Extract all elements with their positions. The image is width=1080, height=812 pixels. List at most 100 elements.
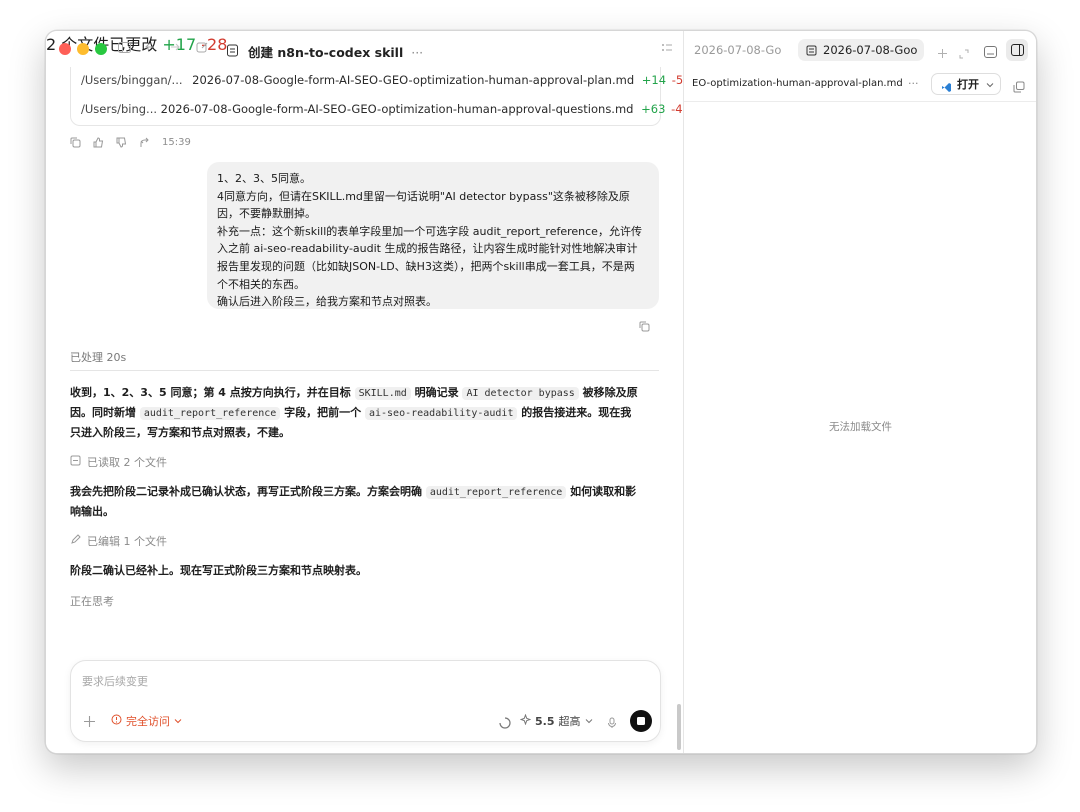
open-button-label: 打开 (957, 78, 979, 91)
microphone-icon[interactable] (607, 714, 617, 733)
inline-code: audit_report_reference (139, 407, 281, 420)
read-files-summary[interactable]: 已读取 2 个文件 (70, 454, 167, 470)
user-message-line: 入之前 ai-seo-readability-audit 生成的报告路径，让内容… (217, 242, 638, 256)
assistant-paragraph: 我会先把阶段二记录补成已确认状态，再写正式阶段三方案。方案会明确 audit_r… (70, 482, 665, 521)
user-message-line: 补充一点：这个新skill的表单字段里加一个可选字段 audit_report_… (217, 224, 642, 238)
file-path: /Users/binggan/... (81, 73, 183, 87)
lines-added: +63 (641, 102, 666, 116)
access-level-label: 完全访问 (126, 715, 170, 728)
scrollbar[interactable] (677, 704, 681, 750)
copy-icon[interactable] (639, 317, 650, 336)
document-icon (806, 41, 817, 61)
loading-spinner-icon (499, 714, 511, 733)
text-run: 阶段二确认已经补上。现在写正式阶段三方案和节点映射表。 (70, 564, 367, 577)
chevron-down-icon (986, 75, 994, 97)
open-in-editor-button[interactable]: 打开 (931, 73, 1001, 95)
zoom-window-button[interactable] (95, 43, 107, 55)
tab-label: 2026-07-08-Goo (823, 43, 918, 57)
expand-icon[interactable] (959, 44, 969, 63)
lines-added: +14 (641, 73, 667, 87)
file-icon (70, 455, 81, 469)
thumbs-down-icon[interactable] (116, 137, 127, 148)
vscode-icon (941, 79, 952, 101)
pencil-icon (70, 534, 81, 548)
stop-icon (637, 717, 645, 725)
file-path-label: EO-optimization-human-approval-plan.md (692, 78, 903, 89)
tab-file-1[interactable]: 2026-07-08-Goo (694, 39, 781, 61)
read-files-label: 已读取 2 个文件 (87, 456, 167, 469)
thinking-status: 正在思考 (70, 593, 114, 609)
inline-code: audit_report_reference (425, 486, 567, 499)
panel-bottom-icon[interactable] (984, 43, 997, 62)
stop-button[interactable] (630, 710, 652, 732)
text-run: 明确记录 (410, 386, 463, 399)
thinking-label: 正在思考 (70, 595, 114, 608)
close-window-button[interactable] (59, 43, 71, 55)
file-path: /Users/bing... (81, 102, 158, 116)
text-run: 字段，把前一个 (280, 406, 365, 419)
terminal-toggle-icon[interactable] (661, 42, 673, 54)
tab-label: 2026-07-08-Goo (694, 43, 781, 57)
file-changes-card: /Users/binggan/... 2026-07-08-Google-for… (70, 67, 691, 126)
document-icon (226, 42, 239, 61)
file-name: 2026-07-08-Google-form-AI-SEO-GEO-optimi… (192, 73, 635, 87)
file-more-button[interactable]: ··· (908, 77, 919, 90)
cannot-load-message: 无法加载文件 (829, 421, 892, 433)
tab-file-2[interactable]: 2026-07-08-Goo (798, 39, 924, 61)
processed-duration[interactable]: 已处理 20s (70, 349, 126, 365)
copy-icon[interactable] (70, 137, 81, 148)
edited-files-label: 已编辑 1 个文件 (87, 535, 167, 548)
chevron-down-icon (174, 715, 182, 728)
new-chat-edit-icon[interactable] (196, 41, 209, 54)
fork-icon[interactable] (139, 137, 150, 148)
user-message-line: 报告里发现的问题（比如缺JSON-LD、缺H3这类），把两个skill串成一套工… (217, 259, 635, 273)
user-message-line: 4同意方向，但请在SKILL.md里留一句话说明"AI detector byp… (217, 189, 630, 203)
chat-title: 创建 n8n-to-codex skill ··· (248, 42, 423, 61)
thumbs-up-icon[interactable] (93, 137, 104, 148)
file-preview-pane: 2026-07-08-Goo 2026-07-08-Goo EO-optimiz… (683, 31, 1036, 753)
title-bar: 创建 n8n-to-codex skill ··· (46, 31, 683, 69)
forward-arrow-icon[interactable] (169, 41, 181, 53)
text-run: 只进入阶段三，写方案和节点对照表，不建。 (70, 426, 290, 439)
text-run: 被移除及原 (578, 386, 638, 399)
file-change-row[interactable]: /Users/binggan/... 2026-07-08-Google-for… (81, 73, 691, 87)
edited-files-summary[interactable]: 已编辑 1 个文件 (70, 533, 167, 549)
text-run: 收到，1、2、3、5 同意；第 4 点按方向执行，并在目标 (70, 386, 355, 399)
message-actions: 15:39 (70, 137, 191, 148)
text-run: 的报告接进来。现在我 (517, 406, 632, 419)
panel-right-icon (1011, 44, 1024, 56)
reasoning-effort: 超高 (558, 715, 581, 728)
toggle-right-panel-button[interactable] (1006, 39, 1028, 61)
chat-more-button[interactable]: ··· (411, 45, 423, 60)
warning-circle-icon (111, 714, 122, 728)
sidebar-toggle-icon[interactable] (118, 41, 131, 54)
composer: 要求后续变更 完全访问 5.5 超高 (70, 660, 661, 742)
file-change-row[interactable]: /Users/bing... 2026-07-08-Google-form-AI… (81, 102, 690, 116)
back-arrow-icon[interactable] (144, 41, 156, 53)
inline-code: AI detector bypass (462, 387, 579, 400)
minimize-window-button[interactable] (77, 43, 89, 55)
access-level-dropdown[interactable]: 完全访问 (111, 713, 182, 729)
text-run: 我会先把阶段二记录补成已确认状态，再写正式阶段三方案。方案会明确 (70, 485, 426, 498)
composer-toolbar: 完全访问 5.5 超高 (71, 709, 660, 733)
user-message-line: 个不相关的东西。 (217, 277, 305, 291)
inline-code: SKILL.md (354, 387, 411, 400)
assistant-paragraph: 收到，1、2、3、5 同意；第 4 点按方向执行，并在目标 SKILL.md 明… (70, 383, 665, 442)
model-selector[interactable]: 5.5 超高 (519, 713, 593, 729)
text-run: 响输出。 (70, 505, 114, 518)
user-message-line: 确认后进入阶段三，给我方案和节点对照表。 (217, 295, 437, 309)
user-message-line: 因，不要静默删掉。 (217, 207, 316, 221)
text-run: 如何读取和影 (566, 485, 637, 498)
text-run: 因。同时新增 (70, 406, 140, 419)
copy-icon[interactable] (1013, 78, 1025, 97)
sparkle-icon (519, 713, 532, 728)
inline-code: ai-seo-readability-audit (364, 407, 518, 420)
chat-title-text: 创建 n8n-to-codex skill (248, 45, 404, 60)
user-message-line: 1、2、3、5同意。 (217, 172, 311, 185)
composer-input[interactable]: 要求后续变更 (82, 673, 148, 689)
chevron-down-icon (585, 715, 593, 728)
plus-icon[interactable] (83, 713, 96, 732)
new-tab-plus-icon[interactable] (937, 44, 948, 63)
user-message-bubble: 1、2、3、5同意。 4同意方向，但请在SKILL.md里留一句话说明"AI d… (207, 162, 659, 309)
model-version: 5.5 (535, 714, 555, 728)
